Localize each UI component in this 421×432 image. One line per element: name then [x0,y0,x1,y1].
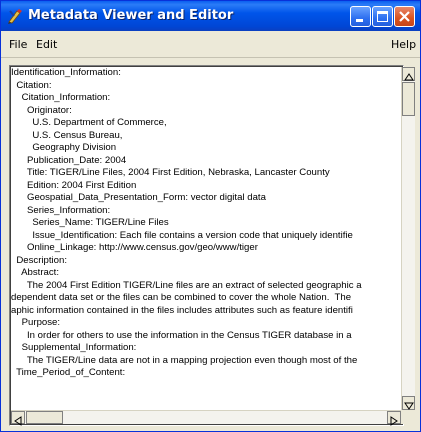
metadata-line: In order for others to use the informati… [11,329,352,341]
arrow-left-icon [14,416,22,426]
metadata-line: Citation: [11,79,52,91]
metadata-line: The 2004 First Edition TIGER/Line files … [11,279,362,291]
pencil-tool-icon[interactable] [7,8,23,24]
metadata-line: Issue_Identification: Each file contains… [11,229,353,241]
horizontal-scroll-thumb[interactable] [26,411,63,424]
metadata-line: Geospatial_Data_Presentation_Form: vecto… [11,192,266,203]
vertical-scroll-thumb[interactable] [402,82,415,116]
vertical-scrollbar[interactable] [401,67,415,410]
metadata-line: Geography Division [11,142,117,153]
scrollbar-corner [401,410,415,424]
metadata-line: Description: [11,254,67,266]
menu-help[interactable]: Help [391,38,416,51]
metadata-line: Publication_Date: 2004 [11,154,127,166]
close-icon [399,11,410,22]
scroll-left-button[interactable] [11,411,25,426]
metadata-line: U.S. Census Bureau, [11,129,123,141]
scroll-up-button[interactable] [402,67,415,81]
metadata-line: dependent data set or the files can be c… [11,292,352,303]
scroll-right-button[interactable] [387,411,401,426]
menu-file[interactable]: File [9,38,27,51]
metadata-line: Series_Information: [11,204,111,216]
metadata-line: Abstract: [11,267,59,278]
metadata-line: Title: TIGER/Line Files, 2004 First Edit… [11,167,330,178]
metadata-line: Online_Linkage: http://www.census.gov/ge… [11,242,258,253]
metadata-line: Identification_Information: [11,67,121,78]
horizontal-scrollbar[interactable] [11,410,401,426]
metadata-line: aphic information contained in the files… [11,304,353,316]
title-bar[interactable]: Metadata Viewer and Editor [1,1,420,31]
metadata-text-area[interactable]: Identification_Information: Citation: Ci… [11,67,401,410]
metadata-line: Series_Name: TIGER/Line Files [11,217,169,228]
metadata-line: Supplemental_Information: [11,342,137,353]
metadata-line: The TIGER/Line data are not in a mapping… [11,354,358,366]
close-button[interactable] [394,6,415,27]
metadata-line: Originator: [11,104,72,116]
window-title: Metadata Viewer and Editor [28,8,234,23]
maximize-button[interactable] [372,6,393,27]
metadata-line: Time_Period_of_Content: [11,367,126,378]
arrow-right-icon [390,416,398,426]
metadata-line: Edition: 2004 First Edition [11,179,137,191]
scroll-down-button[interactable] [402,396,415,410]
metadata-line: Citation_Information: [11,92,111,103]
minimize-icon [356,19,363,22]
metadata-line: Purpose: [11,317,61,328]
menu-divider [1,57,420,58]
menu-bar: File Edit Help [1,31,420,57]
maximize-icon [377,11,388,14]
minimize-button[interactable] [350,6,371,27]
metadata-line: U.S. Department of Commerce, [11,117,167,128]
menu-edit[interactable]: Edit [36,38,57,51]
